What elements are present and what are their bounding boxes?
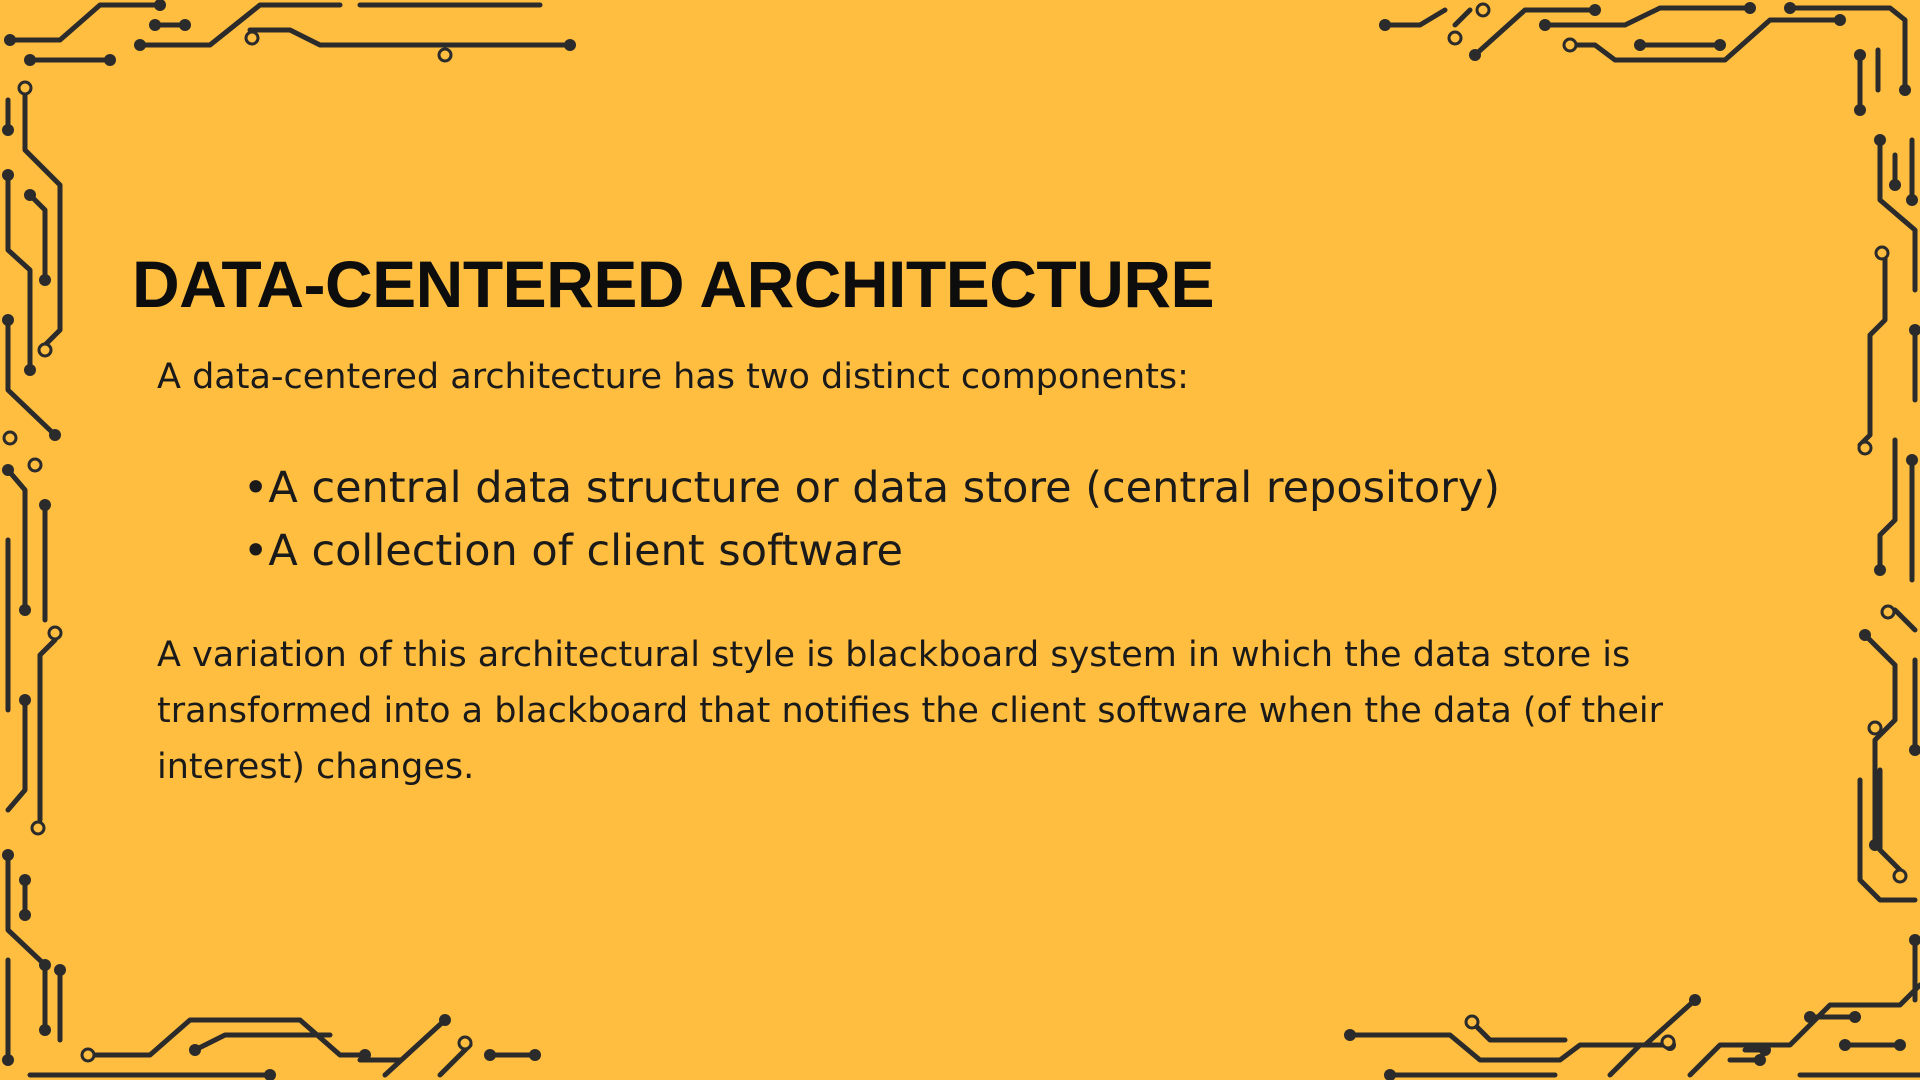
list-item: •A collection of client software [243, 526, 903, 576]
variation-paragraph: A variation of this architectural style … [157, 635, 1663, 787]
slide-title: DATA-CENTERED ARCHITECTURE [132, 247, 1215, 321]
intro-text: A data-centered architecture has two dis… [157, 357, 1189, 397]
slide: DATA-CENTERED ARCHITECTURE A data-center… [0, 0, 1920, 1080]
component-list: •A central data structure or data store … [243, 457, 1500, 583]
list-item: •A central data structure or data store … [243, 463, 1501, 513]
